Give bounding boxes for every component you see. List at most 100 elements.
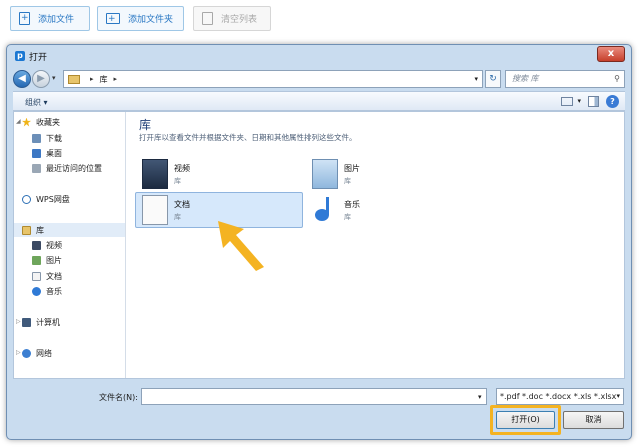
trash-icon — [202, 12, 213, 25]
add-folder-label: 添加文件夹 — [128, 15, 174, 25]
navigation-row: ◀ ▶ ▾ ▸ 库 ▸ ▾ ↻ 搜索 库 ⚲ — [13, 70, 625, 88]
video-icon — [32, 240, 41, 250]
picture-icon — [32, 255, 41, 265]
tile-name: 音乐 — [344, 200, 360, 209]
sidebar-item-label: 图片 — [46, 255, 62, 265]
app-logo-icon: p — [15, 51, 25, 61]
app-toolbar: 添加文件 添加文件夹 清空列表 — [0, 0, 640, 40]
open-button[interactable]: 打开(O) — [496, 411, 555, 429]
view-options-icon[interactable] — [561, 97, 573, 106]
sidebar-item-documents[interactable]: 文档 — [32, 269, 62, 283]
dialog-body: ◢ 收藏夹 下载 桌面 最近访问的位置 WPS网盘 ◢ — [13, 111, 625, 379]
sidebar-item-label: 桌面 — [46, 148, 62, 158]
desktop-icon — [32, 148, 41, 158]
download-folder-icon — [32, 133, 41, 143]
video-library-icon — [142, 159, 168, 189]
open-dialog: p 打开 x ◀ ▶ ▾ ▸ 库 ▸ ▾ ↻ 搜索 库 ⚲ 组织 ▾ ▾ ? ◢ — [6, 44, 632, 440]
expand-icon[interactable]: ▷ — [16, 349, 21, 356]
filetype-value: *.pdf *.doc *.docx *.xls *.xlsx — [500, 392, 617, 401]
refresh-button[interactable]: ↻ — [485, 70, 501, 88]
chevron-down-icon[interactable]: ▾ — [474, 75, 478, 83]
command-bar: 组织 ▾ ▾ ? — [13, 91, 625, 111]
network-icon — [22, 348, 31, 358]
dialog-titlebar: p 打开 x — [7, 45, 631, 67]
sidebar-item-libraries[interactable]: 库 — [14, 223, 125, 237]
sidebar-item-favorites[interactable]: 收藏夹 — [22, 115, 60, 129]
chevron-right-icon[interactable]: ▸ — [114, 75, 118, 83]
content-pane: 库 打开库以查看文件并根据文件夹、日期和其他属性排列这些文件。 视频 库 图片 … — [127, 112, 625, 378]
help-icon[interactable]: ? — [606, 95, 619, 108]
sidebar-item-label: 视频 — [46, 240, 62, 250]
sidebar-item-label: 文档 — [46, 271, 62, 281]
forward-button[interactable]: ▶ — [32, 70, 50, 88]
recent-pages-dropdown[interactable]: ▾ — [52, 74, 56, 82]
back-button[interactable]: ◀ — [13, 70, 31, 88]
sidebar-item-label: 收藏夹 — [36, 117, 60, 127]
sidebar-item-music[interactable]: 音乐 — [32, 284, 62, 298]
sidebar-item-label: WPS网盘 — [36, 194, 70, 204]
chevron-down-icon: ▾ — [616, 392, 620, 400]
sidebar-item-label: 库 — [36, 225, 44, 235]
sidebar-item-network[interactable]: 网络 — [22, 346, 52, 360]
page-title: 库 — [139, 118, 152, 132]
add-file-label: 添加文件 — [38, 15, 75, 25]
library-tile-music[interactable]: 音乐 库 — [305, 192, 473, 228]
add-folder-icon — [106, 13, 120, 25]
dialog-title: 打开 — [29, 53, 48, 63]
sidebar-item-downloads[interactable]: 下载 — [32, 131, 62, 145]
cloud-icon — [22, 194, 31, 204]
search-icon: ⚲ — [614, 74, 620, 83]
preview-pane-icon[interactable] — [588, 96, 599, 107]
sidebar-item-label: 网络 — [36, 348, 52, 358]
sidebar-item-desktop[interactable]: 桌面 — [32, 146, 62, 160]
sidebar-item-label: 最近访问的位置 — [46, 163, 102, 173]
sidebar-item-label: 计算机 — [36, 317, 60, 327]
navigation-pane: ◢ 收藏夹 下载 桌面 最近访问的位置 WPS网盘 ◢ — [14, 112, 126, 378]
expand-icon[interactable]: ▷ — [16, 318, 21, 325]
computer-icon — [22, 317, 31, 327]
add-file-button[interactable]: 添加文件 — [10, 6, 90, 31]
music-icon — [32, 286, 41, 296]
close-button[interactable]: x — [597, 46, 625, 62]
tile-name: 图片 — [344, 164, 360, 173]
tile-subtitle: 库 — [174, 177, 181, 185]
tile-subtitle: 库 — [174, 213, 181, 221]
chevron-down-icon[interactable]: ▾ — [478, 393, 482, 401]
breadcrumb[interactable]: 库 — [100, 74, 108, 85]
document-library-icon — [142, 195, 168, 225]
library-description: 打开库以查看文件并根据文件夹、日期和其他属性排列这些文件。 — [139, 133, 357, 142]
recent-places-icon — [32, 163, 41, 173]
library-icon — [68, 74, 80, 84]
tile-name: 视频 — [174, 164, 190, 173]
picture-library-icon — [312, 159, 338, 189]
sidebar-item-wps-cloud[interactable]: WPS网盘 — [22, 192, 70, 206]
sidebar-item-videos[interactable]: 视频 — [32, 238, 62, 252]
search-placeholder: 搜索 库 — [512, 74, 539, 83]
tile-subtitle: 库 — [344, 177, 351, 185]
annotation-arrow-icon — [218, 221, 264, 271]
tile-subtitle: 库 — [344, 213, 351, 221]
filename-label: 文件名(N): — [99, 393, 138, 402]
library-tile-pictures[interactable]: 图片 库 — [305, 156, 473, 192]
filetype-select[interactable]: *.pdf *.doc *.docx *.xls *.xlsx ▾ — [496, 388, 624, 405]
cancel-button[interactable]: 取消 — [563, 411, 624, 429]
chevron-right-icon[interactable]: ▸ — [90, 75, 94, 83]
star-icon — [22, 117, 31, 127]
tile-name: 文档 — [174, 200, 190, 209]
library-tile-videos[interactable]: 视频 库 — [135, 156, 303, 192]
filename-input[interactable] — [141, 388, 487, 405]
organize-menu[interactable]: 组织 ▾ — [25, 97, 48, 108]
clear-list-button[interactable]: 清空列表 — [193, 6, 271, 31]
sidebar-item-label: 下载 — [46, 133, 62, 143]
collapse-icon[interactable]: ◢ — [16, 118, 21, 125]
sidebar-item-recent-places[interactable]: 最近访问的位置 — [32, 161, 102, 175]
search-input[interactable]: 搜索 库 ⚲ — [505, 70, 625, 88]
address-bar[interactable]: ▸ 库 ▸ ▾ — [63, 70, 483, 88]
clear-list-label: 清空列表 — [221, 15, 258, 25]
add-file-icon — [19, 12, 30, 25]
sidebar-item-pictures[interactable]: 图片 — [32, 253, 62, 267]
sidebar-item-computer[interactable]: 计算机 — [22, 315, 60, 329]
add-folder-button[interactable]: 添加文件夹 — [97, 6, 184, 31]
chevron-down-icon[interactable]: ▾ — [577, 97, 581, 105]
document-icon — [32, 271, 41, 281]
